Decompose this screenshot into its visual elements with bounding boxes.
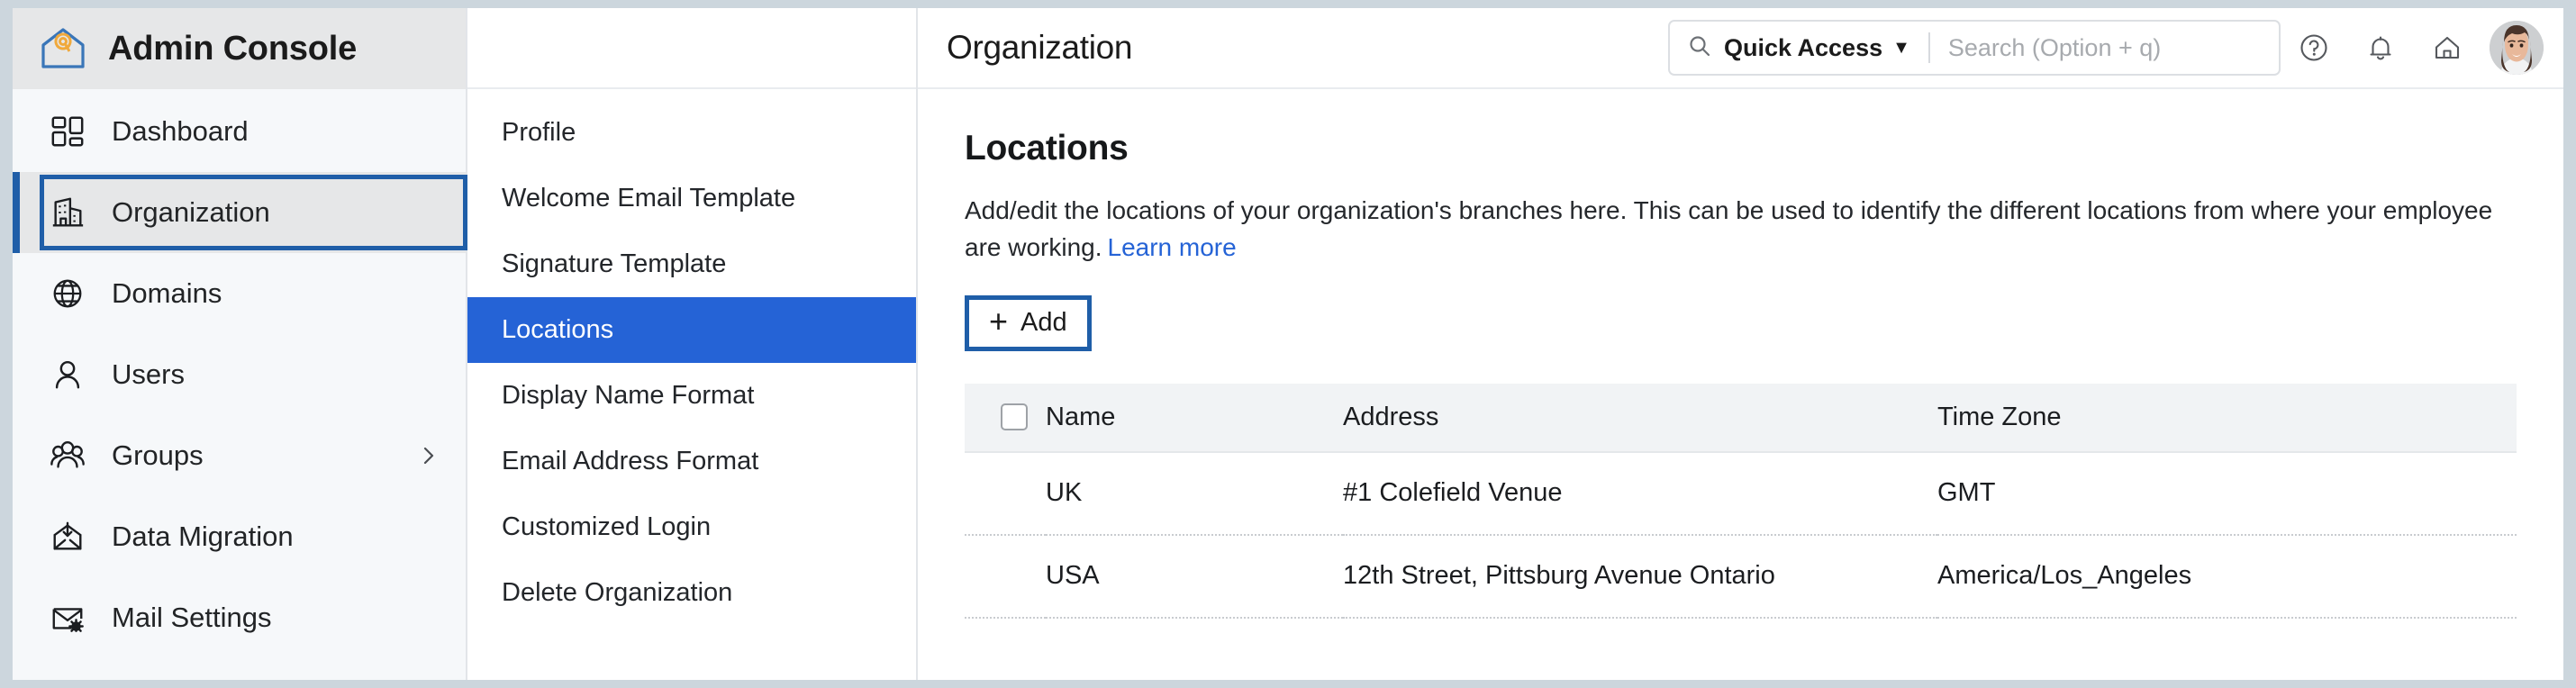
table-header: Name Address Time Zone	[965, 383, 2517, 453]
cell-name: USA	[1046, 534, 1343, 619]
sidebar-nav: Dashboard Organization Domains Users Gro…	[13, 89, 467, 658]
subnav-item-locations[interactable]: Locations	[467, 297, 916, 363]
top-bar: Organization Quick Access ▼	[918, 8, 2563, 89]
globe-icon	[49, 275, 86, 312]
row-checkbox-cell[interactable]	[965, 534, 1046, 619]
page-title: Organization	[947, 29, 1133, 66]
home-icon[interactable]	[2414, 14, 2481, 81]
subnav-item-customized-login[interactable]: Customized Login	[467, 494, 916, 560]
add-location-button[interactable]: + Add	[965, 294, 1092, 351]
subnav-item-welcome-email-template[interactable]: Welcome Email Template	[467, 166, 916, 231]
sidebar-item-label: Mail Settings	[112, 602, 272, 633]
learn-more-link[interactable]: Learn more	[1108, 233, 1237, 261]
main-area: Organization Quick Access ▼ Search (Opti…	[918, 8, 2563, 680]
plus-icon: +	[989, 303, 1009, 340]
column-header-address[interactable]: Address	[1343, 383, 1937, 453]
subnav-item-label: Welcome Email Template	[502, 184, 796, 213]
subnav-item-label: Display Name Format	[502, 381, 755, 410]
sidebar-item-label: Organization	[112, 196, 270, 228]
sidebar-item-label: Domains	[112, 277, 222, 309]
global-search-box[interactable]: Quick Access ▼	[1668, 20, 2281, 76]
envelope-download-icon	[49, 518, 86, 556]
quick-access-dropdown[interactable]: Quick Access ▼	[1724, 34, 1910, 62]
sidebar-item-organization[interactable]: Organization	[13, 172, 467, 253]
subnav-item-label: Locations	[502, 315, 614, 344]
cell-address: 12th Street, Pittsburg Avenue Ontario	[1343, 534, 1937, 619]
search-icon	[1688, 34, 1711, 62]
locations-panel: Locations Add/edit the locations of your…	[918, 89, 2563, 680]
house-gear-icon	[38, 23, 88, 74]
chevron-right-icon[interactable]	[419, 446, 439, 466]
search-divider	[1927, 32, 1930, 63]
sidebar-item-dashboard[interactable]: Dashboard	[13, 91, 466, 172]
sidebar-item-data-migration[interactable]: Data Migration	[13, 496, 466, 577]
building-icon	[49, 194, 86, 231]
select-all-checkbox[interactable]	[1001, 403, 1028, 431]
topbar-actions: Quick Access ▼	[1668, 14, 2544, 81]
table-row[interactable]: UK #1 Colefield Venue GMT	[965, 451, 2517, 536]
sidebar-item-mail-settings[interactable]: Mail Settings	[13, 577, 466, 658]
organization-subnav: Profile Welcome Email Template Signature…	[467, 8, 918, 680]
subnav-item-profile[interactable]: Profile	[467, 100, 916, 166]
envelope-gear-icon	[49, 599, 86, 637]
sidebar-item-domains[interactable]: Domains	[13, 253, 466, 334]
subnav-header-spacer	[467, 8, 916, 89]
sidebar-item-label: Data Migration	[112, 521, 294, 552]
user-icon	[49, 356, 86, 394]
subnav-item-label: Profile	[502, 118, 576, 147]
users-group-icon	[49, 437, 86, 475]
cell-name: UK	[1046, 451, 1343, 536]
help-circle-icon[interactable]	[2281, 14, 2347, 81]
subnav-item-label: Signature Template	[502, 249, 727, 278]
cell-address: #1 Colefield Venue	[1343, 451, 1937, 536]
sidebar-item-users[interactable]: Users	[13, 334, 466, 415]
sidebar-item-label: Users	[112, 358, 185, 390]
row-checkbox-cell[interactable]	[965, 451, 1046, 536]
brand-header: Admin Console	[13, 8, 466, 89]
sidebar-item-label: Groups	[112, 439, 204, 471]
quick-access-label: Quick Access	[1724, 33, 1883, 61]
subnav-item-label: Customized Login	[502, 512, 712, 541]
add-button-label: Add	[1020, 308, 1067, 338]
column-header-name[interactable]: Name	[1046, 383, 1343, 453]
table-row[interactable]: USA 12th Street, Pittsburg Avenue Ontari…	[965, 534, 2517, 619]
bell-icon[interactable]	[2347, 14, 2414, 81]
subnav-item-signature-template[interactable]: Signature Template	[467, 231, 916, 297]
subnav-item-display-name-format[interactable]: Display Name Format	[467, 363, 916, 429]
subnav-list: Profile Welcome Email Template Signature…	[467, 89, 916, 626]
cell-timezone: America/Los_Angeles	[1937, 534, 2517, 619]
sidebar-item-groups[interactable]: Groups	[13, 415, 466, 496]
primary-sidebar: Admin Console Dashboard Organization Dom…	[13, 8, 467, 680]
subnav-item-label: Email Address Format	[502, 447, 759, 475]
dashboard-grid-icon	[49, 113, 86, 150]
locations-table: Name Address Time Zone UK #1 Colefield V…	[965, 383, 2517, 619]
avatar[interactable]	[2490, 21, 2544, 75]
table-header-row: Name Address Time Zone	[965, 383, 2517, 453]
select-all-header	[965, 383, 1046, 453]
column-header-timezone[interactable]: Time Zone	[1937, 383, 2517, 453]
subnav-item-label: Delete Organization	[502, 578, 733, 607]
cell-timezone: GMT	[1937, 451, 2517, 536]
search-input[interactable]	[1947, 33, 2261, 62]
section-description: Add/edit the locations of your organizat…	[965, 192, 2517, 267]
admin-console-window: Admin Console Dashboard Organization Dom…	[13, 8, 2563, 680]
subnav-item-delete-organization[interactable]: Delete Organization	[467, 560, 916, 626]
subnav-item-email-address-format[interactable]: Email Address Format	[467, 429, 916, 494]
sidebar-item-label: Dashboard	[112, 115, 249, 147]
table-body: UK #1 Colefield Venue GMT USA 12th Stree…	[965, 451, 2517, 619]
chevron-down-icon: ▼	[1892, 38, 1910, 58]
brand-title: Admin Console	[108, 29, 358, 68]
section-title: Locations	[965, 129, 1129, 167]
